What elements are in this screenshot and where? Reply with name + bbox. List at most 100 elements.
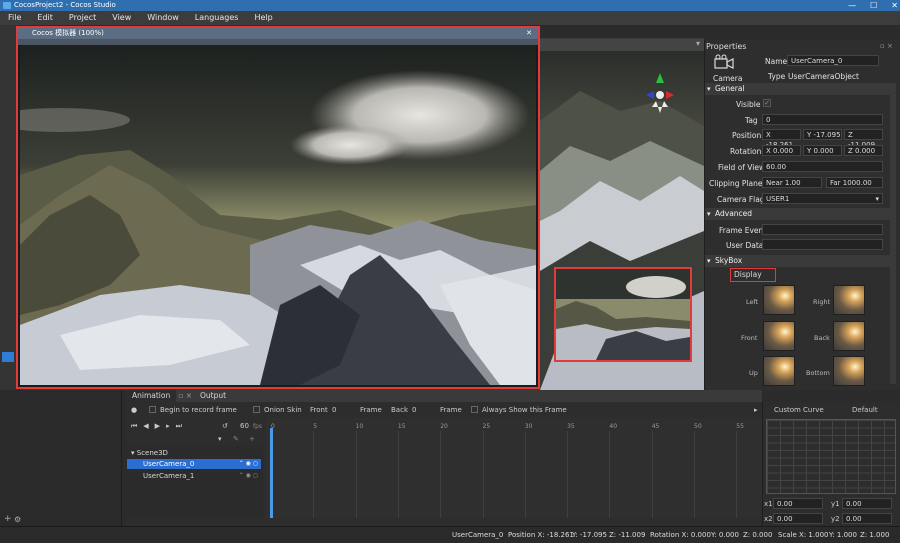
status-scale-y: Y: 1.000	[829, 531, 857, 539]
menu-file[interactable]: File	[0, 11, 29, 25]
position-z-input[interactable]: Z -11.009	[844, 129, 883, 149]
maximize-button[interactable]: ☐	[870, 0, 877, 11]
fps-value[interactable]: 60	[240, 422, 249, 430]
timeline-tick-line	[567, 431, 569, 518]
rotation-z-input[interactable]: Z 0.000	[844, 145, 883, 156]
tab-output[interactable]: Output	[194, 390, 232, 402]
fov-input[interactable]: 60.00	[762, 161, 883, 172]
minimize-button[interactable]: —	[848, 0, 856, 11]
visible-checkbox[interactable]: ✓	[763, 99, 771, 107]
menu-project[interactable]: Project	[61, 11, 104, 25]
timeline-tick-line	[397, 431, 399, 518]
position-x-input[interactable]: X -18.261	[762, 129, 801, 149]
frame-event-input[interactable]	[762, 224, 883, 235]
tab-close-icon[interactable]: ▫ ×	[176, 390, 194, 402]
camera-flag-label: Camera Flag	[717, 195, 765, 204]
timeline-tick-label: 40	[609, 423, 618, 430]
curve-y2-label: y2	[831, 515, 840, 523]
tag-input[interactable]: 0	[762, 114, 883, 125]
timeline-tick-line	[694, 431, 695, 518]
curve-preset[interactable]: Default	[852, 406, 878, 414]
orientation-gizmo-icon	[646, 73, 674, 113]
curve-y1-input[interactable]: 0.00	[842, 498, 892, 509]
section-advanced[interactable]: Advanced	[705, 208, 895, 220]
curve-x1-input[interactable]: 0.00	[773, 498, 823, 509]
timeline-tick-line	[651, 431, 653, 518]
visibility-icon[interactable]: ⌃ ◉ ○	[239, 459, 258, 469]
add-icon[interactable]: +	[4, 514, 12, 524]
status-rotation-z: Z: 0.000	[743, 531, 773, 539]
curve-grid[interactable]	[766, 419, 896, 494]
far-input[interactable]: Far 1000.00	[826, 177, 883, 188]
loop-icon[interactable]: ↺	[222, 422, 228, 430]
chevron-down-icon[interactable]: ▾	[696, 39, 700, 48]
skybox-up-thumb[interactable]	[763, 356, 795, 386]
status-rotation-y: Y: 0.000	[711, 531, 739, 539]
always-show-checkbox[interactable]	[471, 406, 478, 413]
timeline-tick-line	[313, 431, 315, 518]
playhead[interactable]	[270, 428, 273, 518]
user-data-input[interactable]	[762, 239, 883, 250]
edit-icon[interactable]: ✎	[233, 435, 239, 443]
simulator-canvas[interactable]	[20, 45, 536, 385]
add-icon[interactable]: +	[249, 435, 255, 443]
collapse-icon[interactable]: ▸	[754, 406, 758, 414]
menu-languages[interactable]: Languages	[187, 11, 247, 25]
menu-help[interactable]: Help	[246, 11, 280, 25]
camera-flag-select[interactable]: USER1 ▾	[762, 193, 883, 204]
status-scale-z: Z: 1.000	[860, 531, 890, 539]
skybox-back-thumb[interactable]	[833, 321, 865, 351]
name-input[interactable]: UserCamera_0	[787, 55, 879, 66]
rotation-label: Rotation	[730, 147, 762, 156]
timeline-tick-line	[524, 431, 526, 518]
menu-view[interactable]: View	[104, 11, 139, 25]
type-label: Type	[768, 72, 786, 81]
skybox-left-thumb[interactable]	[763, 285, 795, 315]
rotation-y-input[interactable]: Y 0.000	[803, 145, 842, 156]
back-value[interactable]: 0	[412, 406, 416, 414]
record-checkbox[interactable]	[149, 406, 156, 413]
settings-icon[interactable]: ⚙	[14, 515, 21, 524]
position-label: Position	[732, 131, 762, 140]
timeline-tick-label: 25	[482, 423, 491, 430]
simulator-title: Cocos 模拟器 (100%)	[32, 29, 104, 37]
panel-pin-icon[interactable]: ▫ ×	[880, 42, 893, 50]
skybox-up-label: Up	[749, 369, 758, 377]
app-icon	[3, 2, 11, 9]
skybox-right-thumb[interactable]	[833, 285, 865, 315]
properties-scrollbar[interactable]	[890, 84, 896, 384]
tree-item-usercamera-1[interactable]: UserCamera_1 ⌃ ◉ ○	[127, 471, 261, 481]
animation-dropdown-icon[interactable]: ▾	[218, 435, 222, 443]
type-value: UserCameraObject	[788, 72, 859, 81]
skybox-bottom-thumb[interactable]	[833, 356, 865, 386]
tab-animation[interactable]: Animation	[126, 390, 177, 402]
playback-controls[interactable]: ⏮◀▶▸⏭	[131, 422, 188, 431]
visibility-icon[interactable]: ⌃ ◉ ○	[239, 471, 258, 481]
timeline[interactable]	[266, 418, 762, 518]
menu-edit[interactable]: Edit	[29, 11, 61, 25]
record-icon[interactable]: ●	[131, 406, 137, 414]
chevron-down-icon: ▾	[875, 195, 879, 203]
camera-icon	[713, 54, 735, 72]
skybox-front-thumb[interactable]	[763, 321, 795, 351]
position-y-input[interactable]: Y -17.095	[803, 129, 842, 140]
curve-x2-input[interactable]: 0.00	[773, 513, 823, 524]
skybox-display-label[interactable]: Display	[730, 268, 776, 282]
always-show-label: Always Show this Frame	[482, 406, 567, 414]
tree-item-scene3d[interactable]: ▾ Scene3D	[127, 448, 263, 458]
timeline-tick-line	[355, 431, 357, 518]
close-button[interactable]: ✕	[891, 0, 898, 11]
curve-y2-input[interactable]: 0.00	[842, 513, 892, 524]
menu-window[interactable]: Window	[139, 11, 187, 25]
section-general[interactable]: General	[705, 83, 895, 95]
rotation-x-input[interactable]: X 0.000	[762, 145, 801, 156]
onion-checkbox[interactable]	[253, 406, 260, 413]
onion-label: Onion Skin	[264, 406, 302, 414]
tree-item-usercamera-0[interactable]: UserCamera_0 ⌃ ◉ ○	[127, 459, 261, 469]
name-label: Name	[765, 57, 788, 66]
front-value[interactable]: 0	[332, 406, 336, 414]
simulator-close-button[interactable]: ✕	[526, 28, 532, 39]
section-skybox[interactable]: SkyBox	[705, 255, 895, 267]
window-titlebar: CocosProject2 - Cocos Studio — ☐ ✕	[0, 0, 900, 11]
near-input[interactable]: Near 1.00	[762, 177, 822, 188]
